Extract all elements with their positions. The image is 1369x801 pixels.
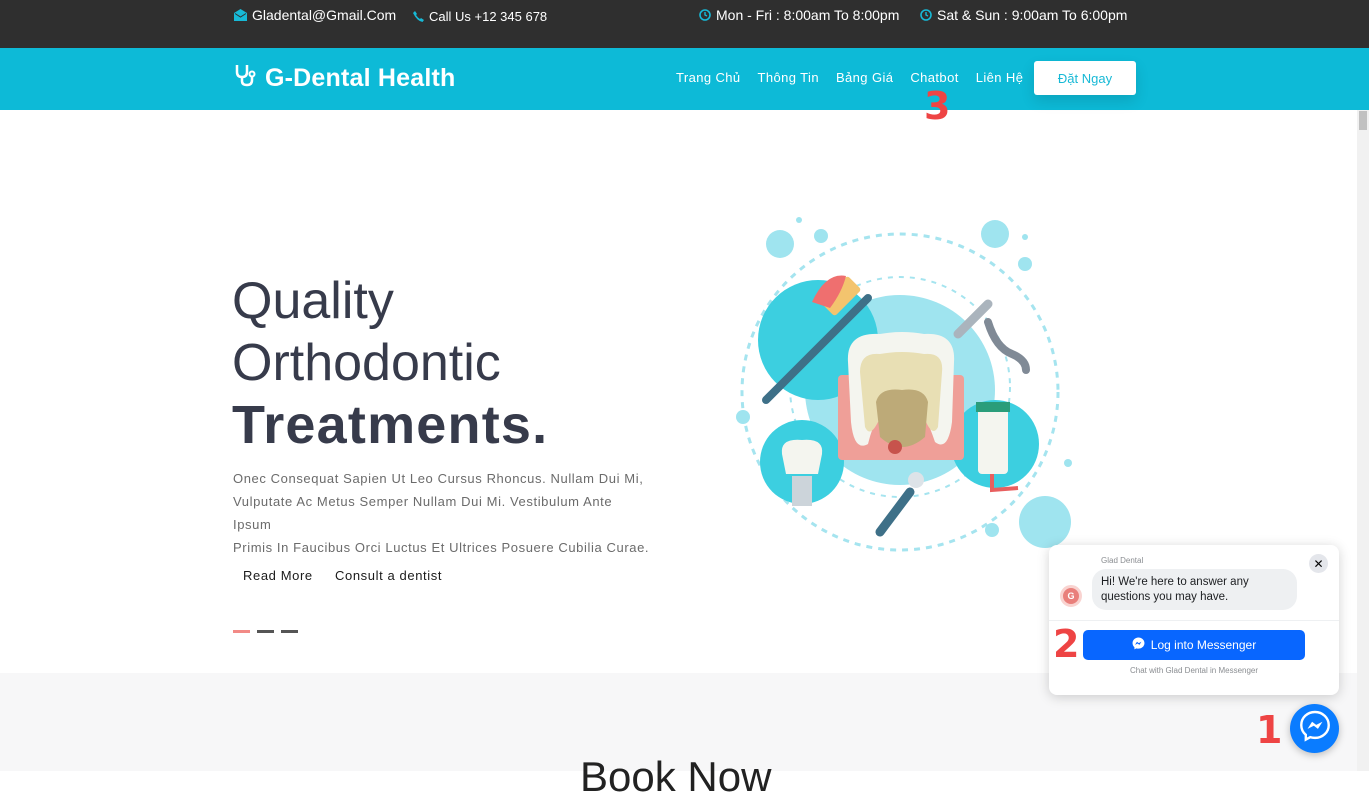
slider-dots (233, 630, 298, 633)
log-into-messenger-button[interactable]: Log into Messenger (1083, 630, 1305, 660)
hero-title-line3: Treatments. (232, 395, 549, 455)
hero-description-line: Vulputate Ac Metus Semper Nullam Dui Mi.… (233, 494, 613, 532)
chat-divider (1049, 620, 1339, 621)
hero-description: Onec Consequat Sapien Ut Leo Cursus Rhon… (233, 467, 653, 559)
main-navbar: G-Dental Health Trang Chủ Thông Tin Bảng… (0, 48, 1369, 110)
hero-title-line1: Quality (232, 272, 394, 330)
chat-greeting-bubble: Hi! We're here to answer any questions y… (1092, 569, 1297, 610)
slider-dot-2[interactable] (257, 630, 274, 633)
chat-avatar: G (1060, 585, 1082, 607)
annotation-2: 2 (1053, 622, 1080, 666)
brand-logo[interactable]: G-Dental Health (233, 63, 456, 94)
email-info[interactable]: Gladental@Gmail.Com (234, 7, 396, 23)
annotation-1: 1 (1256, 708, 1283, 752)
weekday-hours-text: Mon - Fri : 8:00am To 8:00pm (716, 7, 900, 23)
page-scrollbar-thumb[interactable] (1359, 111, 1367, 130)
clock-icon (699, 9, 711, 21)
slider-dot-3[interactable] (281, 630, 298, 633)
chat-greeting-line: questions you may have. (1101, 591, 1229, 603)
slider-dot-1[interactable] (233, 630, 250, 633)
close-icon[interactable]: ✕ (1309, 554, 1328, 573)
clock-icon (920, 9, 932, 21)
nav-menu: Trang Chủ Thông Tin Bảng Giá Chatbot Liê… (676, 70, 1040, 85)
nav-link-info[interactable]: Thông Tin (758, 70, 819, 85)
nav-link-chatbot[interactable]: Chatbot (910, 70, 958, 85)
phone-text[interactable]: Call Us +12 345 678 (429, 9, 547, 24)
nav-link-pricing[interactable]: Bảng Giá (836, 70, 893, 85)
page-scrollbar[interactable] (1357, 110, 1369, 771)
annotation-3: 3 (924, 84, 951, 128)
brand-name[interactable]: G-Dental Health (265, 64, 456, 93)
phone-info[interactable]: Call Us +12 345 678 (413, 9, 547, 24)
email-text[interactable]: Gladental@Gmail.Com (252, 7, 396, 23)
phone-icon (413, 11, 424, 22)
nav-link-contact[interactable]: Liên Hệ (976, 70, 1024, 85)
chat-page-name: Glad Dental (1101, 556, 1144, 565)
messenger-chat-popup: Glad Dental G Hi! We're here to answer a… (1049, 545, 1339, 695)
messenger-chat-button[interactable] (1290, 704, 1339, 753)
chat-greeting-line: Hi! We're here to answer any (1101, 576, 1249, 588)
weekday-hours: Mon - Fri : 8:00am To 8:00pm (699, 7, 899, 23)
nav-link-home[interactable]: Trang Chủ (676, 70, 741, 85)
read-more-button[interactable]: Read More (243, 568, 313, 583)
hero-description-line: Onec Consequat Sapien Ut Leo Cursus Rhon… (233, 471, 644, 486)
hero-title-line2: Orthodontic (232, 334, 501, 392)
stethoscope-icon (233, 63, 257, 94)
messenger-icon (1132, 637, 1145, 653)
weekend-hours-text: Sat & Sun : 9:00am To 6:00pm (937, 7, 1128, 23)
messenger-icon (1299, 710, 1331, 747)
weekend-hours: Sat & Sun : 9:00am To 6:00pm (920, 7, 1127, 23)
hero-description-line: Primis In Faucibus Orci Luctus Et Ultric… (233, 540, 650, 555)
log-into-messenger-label[interactable]: Log into Messenger (1151, 638, 1256, 652)
top-info-bar: Gladental@Gmail.Com Call Us +12 345 678 … (0, 0, 1369, 48)
dental-illustration (736, 217, 1072, 552)
envelope-icon (234, 9, 247, 21)
chat-footer-text: Chat with Glad Dental in Messenger (1129, 666, 1259, 675)
book-now-button[interactable]: Đặt Ngay (1034, 61, 1136, 95)
consult-dentist-button[interactable]: Consult a dentist (335, 568, 442, 583)
book-now-title: Book Now (580, 753, 772, 800)
